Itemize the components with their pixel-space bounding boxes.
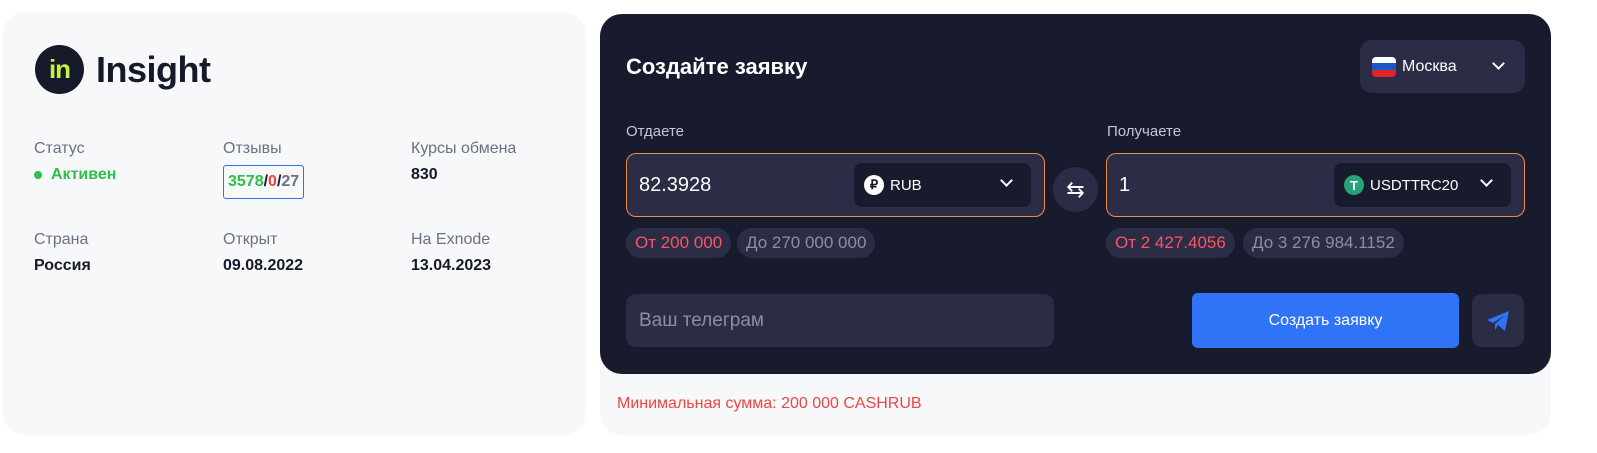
- exnode-value: 13.04.2023: [411, 257, 492, 274]
- russia-flag-icon: [1372, 56, 1396, 77]
- reviews-block: Отзывы 3578 / 0 / 27: [223, 140, 305, 199]
- give-max-limit[interactable]: До 270 000 000: [737, 228, 876, 258]
- opened-value: 09.08.2022: [223, 257, 304, 274]
- give-min-limit[interactable]: От 200 000: [626, 228, 732, 258]
- status-value: Активен: [34, 166, 116, 184]
- give-currency-select[interactable]: ₽ RUB: [854, 163, 1031, 207]
- give-currency-value: RUB: [890, 176, 922, 194]
- chevron-down-icon: [1492, 57, 1505, 70]
- status-label: Статус: [34, 140, 85, 157]
- receive-currency-select[interactable]: T USDTTRC20: [1334, 163, 1511, 207]
- tether-icon: T: [1344, 175, 1364, 195]
- receive-label: Получаете: [1107, 123, 1182, 140]
- country-value: Россия: [34, 257, 91, 274]
- reviews-label: Отзывы: [223, 140, 282, 157]
- rates-block: Курсы обмена 830: [411, 140, 516, 184]
- city-value: Москва: [1402, 57, 1457, 75]
- status-text: Активен: [51, 166, 117, 183]
- receive-amount-field: T USDTTRC20: [1106, 153, 1525, 217]
- receive-max-limit[interactable]: До 3 276 984.1152: [1243, 228, 1404, 258]
- receive-min-limit[interactable]: От 2 427.4056: [1106, 228, 1235, 258]
- swap-currencies-button[interactable]: ⇆: [1053, 167, 1098, 212]
- brand: in Insight: [35, 45, 211, 94]
- city-select[interactable]: Москва: [1360, 40, 1525, 93]
- give-amount-field: ₽ RUB: [626, 153, 1045, 217]
- reviews-positive: 3578: [228, 173, 264, 190]
- reviews-negative: 0: [268, 173, 277, 190]
- form-title: Создайте заявку: [626, 54, 808, 79]
- opened-label: Открыт: [223, 231, 278, 248]
- telegram-send-button[interactable]: [1472, 294, 1524, 347]
- chevron-down-icon: [1000, 174, 1013, 187]
- telegram-input[interactable]: [626, 294, 1054, 347]
- ruble-icon: ₽: [864, 175, 884, 195]
- swap-arrows-icon: ⇆: [1066, 176, 1085, 202]
- minimum-amount-note: Минимальная сумма: 200 000 CASHRUB: [617, 395, 922, 412]
- status-block: Статус Активен: [34, 140, 116, 184]
- exchanger-info-card: in Insight Статус Активен Отзывы 3578 / …: [3, 12, 586, 435]
- brand-name: Insight: [96, 48, 211, 90]
- receive-amount-input[interactable]: [1119, 154, 1319, 216]
- telegram-plane-icon: [1487, 310, 1509, 331]
- brand-logo: in: [35, 45, 84, 94]
- chevron-down-icon: [1480, 174, 1493, 187]
- give-amount-input[interactable]: [639, 154, 839, 216]
- order-form-panel: Создайте заявку Москва Отдаете ₽ RUB ⇆ П…: [600, 14, 1551, 374]
- receive-currency-value: USDTTRC20: [1370, 176, 1459, 194]
- create-order-button[interactable]: Создать заявку: [1192, 293, 1459, 348]
- rates-value: 830: [411, 166, 438, 183]
- status-dot-icon: [34, 171, 42, 179]
- country-label: Страна: [34, 231, 89, 248]
- give-label: Отдаете: [626, 123, 685, 140]
- opened-block: Открыт 09.08.2022: [223, 231, 303, 275]
- exnode-block: На Exnode 13.04.2023: [411, 231, 491, 275]
- reviews-badge[interactable]: 3578 / 0 / 27: [223, 165, 305, 199]
- rates-label: Курсы обмена: [411, 140, 517, 157]
- exnode-label: На Exnode: [411, 231, 491, 248]
- country-block: Страна Россия: [34, 231, 91, 275]
- reviews-neutral: 27: [281, 173, 300, 190]
